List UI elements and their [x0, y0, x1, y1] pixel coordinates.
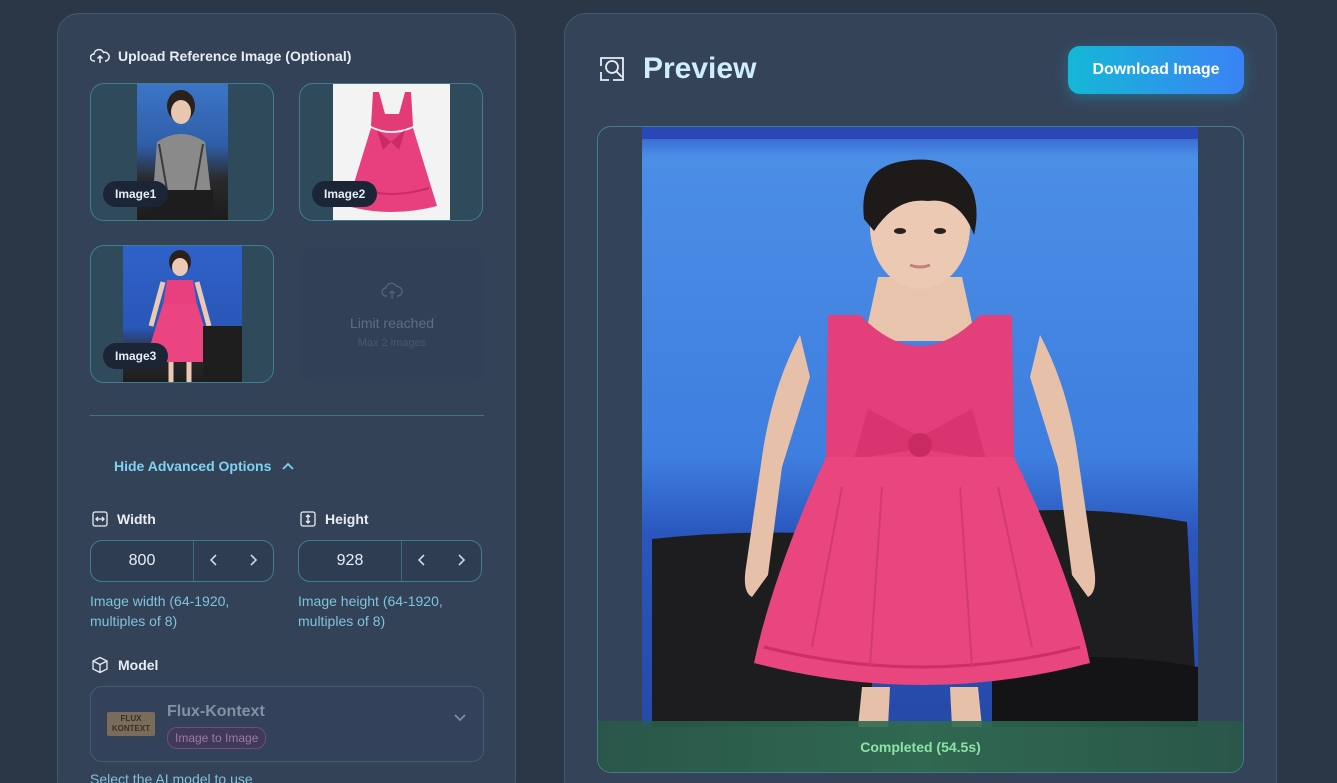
generated-image	[642, 127, 1198, 727]
width-help: Image width (64-1920, multiples of 8)	[90, 591, 290, 631]
upload-dropzone-disabled: Limit reached Max 2 images	[300, 247, 484, 383]
height-help: Image height (64-1920, multiples of 8)	[298, 591, 498, 631]
width-help-line-1: Image width (64-1920,	[90, 593, 230, 609]
settings-panel: Upload Reference Image (Optional) Image1…	[57, 13, 516, 783]
width-help-line-2: multiples of 8)	[90, 613, 178, 629]
download-image-button[interactable]: Download Image	[1068, 46, 1244, 94]
flux-kontext-logo: FLUX KONTEXT	[107, 712, 155, 736]
preview-header: Preview	[597, 52, 756, 86]
arrows-vertical-icon	[300, 511, 316, 527]
height-stepper: 928	[298, 540, 482, 582]
advanced-options-toggle[interactable]: Hide Advanced Options	[114, 458, 295, 474]
width-label-text: Width	[117, 511, 156, 527]
height-help-line-2: multiples of 8)	[298, 613, 386, 629]
image1-tag: Image1	[103, 181, 169, 207]
model-label: Model	[91, 656, 158, 674]
preview-frame: Completed (54.5s)	[597, 126, 1244, 773]
height-label: Height	[300, 511, 369, 527]
reference-image-3[interactable]: Image3	[90, 245, 274, 383]
image3-tag: Image3	[103, 343, 169, 369]
chevron-left-icon	[417, 553, 427, 567]
upload-title: Upload Reference Image (Optional)	[118, 48, 352, 64]
image2-tag: Image2	[312, 181, 378, 207]
model-select[interactable]: FLUX KONTEXT Flux-Kontext Image to Image	[90, 686, 484, 762]
limit-subtitle: Max 2 images	[357, 337, 427, 349]
limit-title: Limit reached	[349, 315, 435, 331]
model-name: Flux-Kontext	[167, 703, 265, 720]
cube-icon	[91, 656, 109, 674]
chevron-right-icon	[456, 553, 466, 567]
width-decrement-button[interactable]	[194, 551, 234, 572]
model-logo-line-1: FLUX	[120, 714, 142, 723]
advanced-toggle-label: Hide Advanced Options	[114, 458, 272, 474]
reference-image-1[interactable]: Image1	[90, 83, 274, 221]
model-help: Select the AI model to use	[90, 771, 253, 783]
preview-title: Preview	[643, 52, 757, 85]
preview-panel: Preview Download Image Completed (54.5s)	[564, 13, 1277, 783]
height-label-text: Height	[325, 511, 369, 527]
height-input[interactable]: 928	[299, 541, 402, 581]
cloud-upload-icon	[381, 281, 403, 301]
chevron-right-icon	[248, 553, 258, 567]
chevron-up-icon	[281, 461, 295, 471]
status-bar: Completed (54.5s)	[598, 721, 1243, 772]
chevron-down-icon	[453, 713, 467, 723]
model-label-text: Model	[118, 657, 159, 673]
upload-header: Upload Reference Image (Optional)	[90, 48, 351, 64]
width-stepper: 800	[90, 540, 274, 582]
cloud-upload-icon	[90, 48, 110, 64]
width-increment-button[interactable]	[234, 551, 274, 572]
height-help-line-1: Image height (64-1920,	[298, 593, 443, 609]
arrows-horizontal-icon	[92, 511, 108, 527]
reference-image-2[interactable]: Image2	[299, 83, 483, 221]
model-logo-line-2: KONTEXT	[111, 724, 151, 733]
height-decrement-button[interactable]	[402, 551, 442, 572]
section-divider	[90, 415, 484, 416]
chevron-left-icon	[209, 553, 219, 567]
search-image-icon	[597, 54, 627, 84]
model-badge: Image to Image	[167, 727, 267, 749]
width-input[interactable]: 800	[91, 541, 194, 581]
height-increment-button[interactable]	[442, 551, 482, 572]
width-label: Width	[92, 511, 156, 527]
